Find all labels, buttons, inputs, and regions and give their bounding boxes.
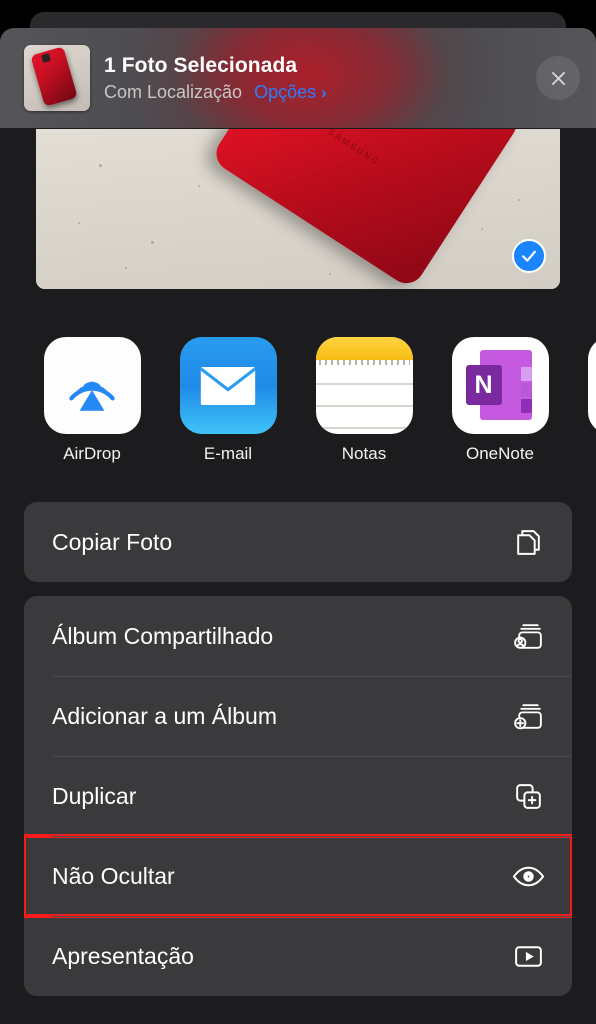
copy-action-group: Copiar Foto: [24, 502, 572, 582]
action-label: Duplicar: [52, 782, 137, 809]
eye-icon: [510, 858, 546, 894]
share-target-label: Notas: [341, 444, 387, 463]
action-label: Adicionar a um Álbum: [52, 702, 277, 729]
checkmark-circle-icon: [522, 250, 536, 262]
copy-icon: [510, 524, 546, 560]
airdrop-icon: [43, 337, 141, 434]
header-subtitle-row: Com Localização Opções ›: [104, 82, 522, 103]
header-row: 1 Foto Selecionada Com Localização Opçõe…: [0, 28, 596, 128]
action-row-copiar-foto[interactable]: Copiar Foto: [24, 502, 572, 582]
google-drive-icon: [587, 337, 596, 434]
page-title: 1 Foto Selecionada: [104, 53, 298, 77]
action-row-duplicar[interactable]: Duplicar: [24, 756, 572, 836]
action-row-apresentacao[interactable]: Apresentação: [24, 916, 572, 996]
action-label: Álbum Compartilhado: [52, 622, 274, 649]
main-action-group: Álbum Compartilhado Adicionar a um Álbum: [24, 596, 572, 996]
share-target-airdrop[interactable]: AirDrop: [24, 337, 160, 464]
options-label: Opções: [254, 82, 317, 103]
location-status-label: Com Localização: [104, 82, 243, 103]
share-sheet-header: 1 Foto Selecionada Com Localização Opçõe…: [0, 28, 596, 128]
close-button[interactable]: [536, 56, 580, 100]
share-target-label: AirDrop: [63, 444, 121, 463]
share-sheet: 1 Foto Selecionada Com Localização Opçõe…: [0, 28, 596, 1024]
add-to-album-icon: [510, 698, 546, 734]
options-button[interactable]: Opções ›: [254, 82, 327, 103]
action-label: Não Ocultar: [52, 862, 175, 889]
share-target-onenote[interactable]: N OneNote: [432, 337, 568, 464]
selected-photo-preview[interactable]: SAMSUNG: [36, 129, 560, 289]
share-target-email[interactable]: E-mail: [160, 337, 296, 464]
notes-icon: [315, 337, 413, 434]
close-icon: [551, 71, 565, 85]
action-label: Copiar Foto: [52, 528, 173, 555]
action-row-nao-ocultar[interactable]: Não Ocultar: [24, 834, 572, 918]
action-row-adicionar-album[interactable]: Adicionar a um Álbum: [24, 676, 572, 756]
header-text-block: 1 Foto Selecionada Com Localização Opçõe…: [104, 53, 522, 103]
share-targets-row[interactable]: AirDrop E-mail Notas N OneNote: [0, 289, 596, 464]
slideshow-icon: [510, 938, 546, 974]
share-target-notas[interactable]: Notas: [296, 337, 432, 464]
photo-selected-badge[interactable]: [512, 239, 546, 273]
chevron-right-icon: ›: [321, 83, 327, 103]
duplicate-icon: [510, 778, 546, 814]
photo-preview-container: SAMSUNG: [0, 129, 596, 289]
mail-icon: [179, 337, 277, 434]
share-target-label: OneNote: [465, 444, 535, 463]
share-target-google-drive[interactable]: [568, 337, 596, 464]
action-label: Apresentação: [52, 942, 194, 969]
action-row-album-compartilhado[interactable]: Álbum Compartilhado: [24, 596, 572, 676]
onenote-icon: N: [451, 337, 549, 434]
shared-album-icon: [510, 618, 546, 654]
share-target-label: E-mail: [203, 444, 253, 463]
onenote-letter: N: [465, 365, 502, 405]
photo-thumbnail: [24, 45, 90, 111]
